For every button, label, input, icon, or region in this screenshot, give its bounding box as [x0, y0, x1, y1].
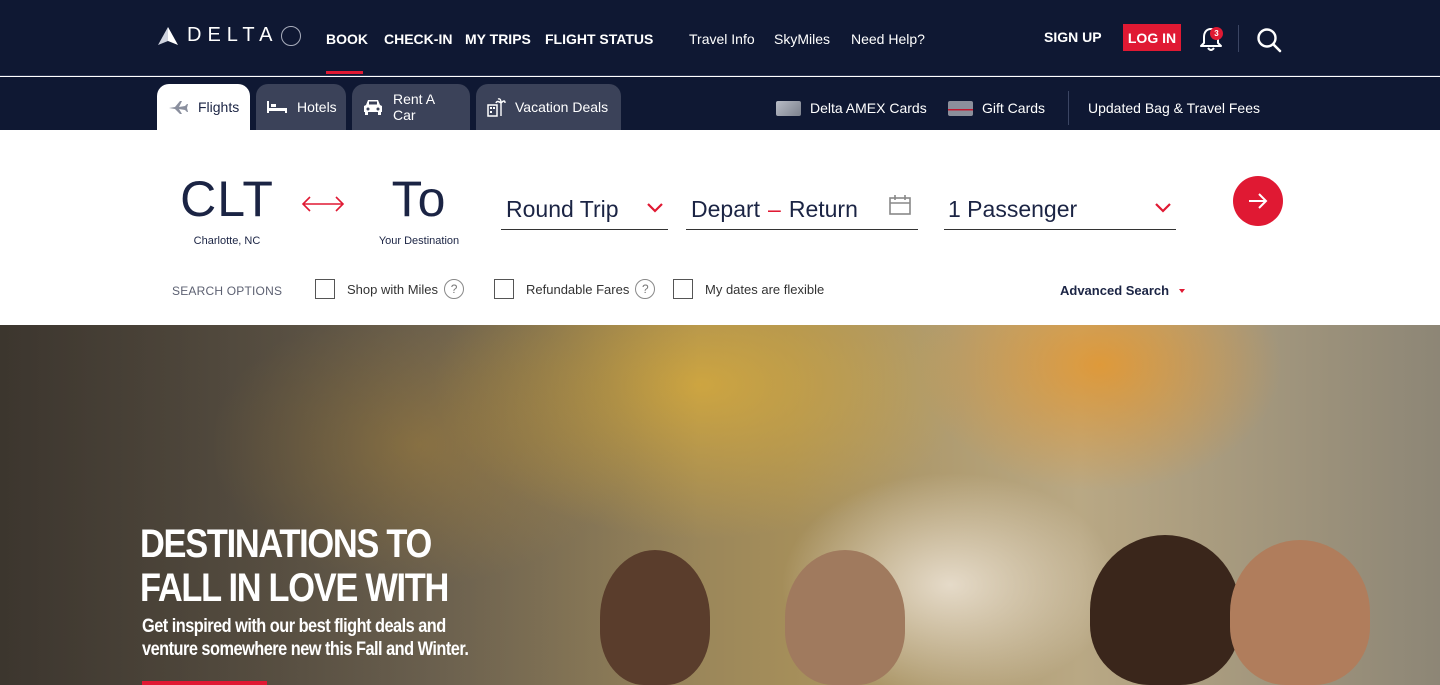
amex-cards-link[interactable]: Delta AMEX Cards	[776, 100, 927, 116]
nav-travel-info[interactable]: Travel Info	[689, 31, 755, 47]
divider	[1068, 91, 1069, 125]
globe-seal-icon	[280, 25, 301, 46]
booking-tabs-bar: Flights Hotels Rent A Car Vacation Deals…	[0, 77, 1440, 130]
tab-flights-label: Flights	[198, 99, 240, 115]
nav-flight-status[interactable]: FLIGHT STATUS	[545, 31, 653, 47]
gift-cards-label: Gift Cards	[982, 100, 1046, 116]
nav-skymiles[interactable]: SkyMiles	[774, 31, 830, 47]
date-separator: –	[768, 196, 781, 222]
return-label: Return	[788, 196, 858, 222]
nav-book[interactable]: BOOK	[326, 31, 368, 47]
hero-photo-person	[600, 550, 710, 685]
hero-subtitle-line-1: Get inspired with our best flight deals …	[142, 616, 446, 637]
hero-title-line-2: FALL IN LOVE WITH	[140, 566, 449, 610]
origin-code: CLT	[180, 171, 274, 227]
top-navigation-bar: DELTA BOOK CHECK-IN MY TRIPS FLIGHT STAT…	[0, 0, 1440, 76]
shop-with-miles-label: Shop with Miles	[347, 281, 439, 297]
hero-photo-person	[1090, 535, 1240, 685]
hero-subtitle: Get inspired with our best flight deals …	[142, 615, 503, 661]
calendar-icon	[889, 195, 911, 215]
divider	[1238, 25, 1239, 52]
bed-icon	[267, 101, 287, 113]
flexible-dates-label: My dates are flexible	[705, 281, 825, 297]
hero-title-line-1: DESTINATIONS TO	[140, 522, 432, 566]
help-icon[interactable]: ?	[635, 279, 656, 299]
flexible-dates-checkbox[interactable]	[673, 279, 693, 299]
gift-card-icon	[948, 100, 973, 116]
car-icon	[364, 100, 382, 115]
gift-cards-link[interactable]: Gift Cards	[948, 100, 1045, 116]
search-icon[interactable]	[1255, 26, 1283, 54]
hero-title: DESTINATIONS TO FALL IN LOVE WITH	[140, 522, 484, 610]
destination-code: To	[391, 171, 447, 227]
date-picker[interactable]: Depart – Return	[686, 190, 918, 230]
flexible-dates-option[interactable]: My dates are flexible	[673, 279, 824, 299]
flight-search-form: CLT Charlotte, NC To Your Destination Ro…	[0, 130, 1440, 325]
resort-icon	[487, 98, 506, 117]
airplane-icon	[169, 101, 188, 114]
shop-with-miles-option[interactable]: Shop with Miles ?	[315, 279, 465, 299]
refundable-fares-option[interactable]: Refundable Fares ?	[494, 279, 656, 299]
tab-vacation-deals[interactable]: Vacation Deals	[476, 84, 621, 130]
bag-fees-label: Updated Bag & Travel Fees	[1088, 100, 1260, 116]
hero-photo-person	[1230, 540, 1370, 685]
depart-label: Depart	[691, 196, 761, 222]
arrow-right-icon	[1249, 193, 1268, 209]
nav-my-trips[interactable]: MY TRIPS	[465, 31, 531, 47]
caret-down-icon	[1179, 288, 1186, 293]
tab-flights[interactable]: Flights	[157, 84, 250, 130]
destination-label: Your Destination	[378, 235, 460, 247]
origin-city: Charlotte, NC	[193, 235, 261, 247]
hero-banner: DESTINATIONS TO FALL IN LOVE WITH Get in…	[0, 325, 1440, 685]
log-in-button[interactable]: LOG IN	[1123, 24, 1181, 51]
hero-cta-button[interactable]	[142, 681, 267, 685]
brand-name: DELTA	[187, 24, 279, 46]
delta-logo[interactable]: DELTA	[157, 24, 301, 47]
shop-with-miles-checkbox[interactable]	[315, 279, 335, 299]
origin-airport[interactable]: CLT Charlotte, NC	[180, 174, 274, 247]
passenger-select[interactable]: 1 Passenger	[944, 190, 1176, 230]
hero-subtitle-line-2: venture somewhere new this Fall and Wint…	[142, 639, 469, 660]
amex-cards-label: Delta AMEX Cards	[810, 100, 927, 116]
tab-rent-a-car-label: Rent A Car	[393, 91, 435, 123]
nav-check-in[interactable]: CHECK-IN	[384, 31, 452, 47]
search-submit-button[interactable]	[1233, 176, 1283, 226]
delta-widget-icon	[158, 26, 178, 45]
tab-hotels-label: Hotels	[297, 99, 337, 115]
nav-need-help[interactable]: Need Help?	[851, 31, 925, 47]
search-options-label: SEARCH OPTIONS	[172, 284, 283, 298]
swap-airports-icon[interactable]	[300, 194, 346, 214]
destination-airport[interactable]: To Your Destination	[370, 174, 468, 247]
bag-fees-link[interactable]: Updated Bag & Travel Fees	[1088, 100, 1260, 116]
trip-type-select[interactable]: Round Trip	[501, 190, 668, 230]
help-icon[interactable]: ?	[444, 279, 465, 299]
passenger-value: 1 Passenger	[948, 196, 1078, 222]
trip-type-value: Round Trip	[506, 196, 619, 222]
hero-photo-person	[785, 550, 905, 685]
refundable-fares-checkbox[interactable]	[494, 279, 514, 299]
refundable-fares-label: Refundable Fares	[526, 281, 630, 297]
notification-badge: 3	[1210, 27, 1223, 40]
active-nav-indicator	[326, 71, 363, 74]
credit-card-icon	[776, 100, 801, 116]
advanced-search-label: Advanced Search	[1060, 283, 1170, 298]
advanced-search-link[interactable]: Advanced Search	[1060, 283, 1186, 298]
chevron-down-icon	[647, 203, 663, 213]
tab-vacation-deals-label: Vacation Deals	[515, 99, 609, 115]
tab-rent-a-car[interactable]: Rent A Car	[352, 84, 470, 130]
tab-hotels[interactable]: Hotels	[256, 84, 346, 130]
sign-up-link[interactable]: SIGN UP	[1044, 29, 1102, 45]
chevron-down-icon	[1155, 203, 1171, 213]
